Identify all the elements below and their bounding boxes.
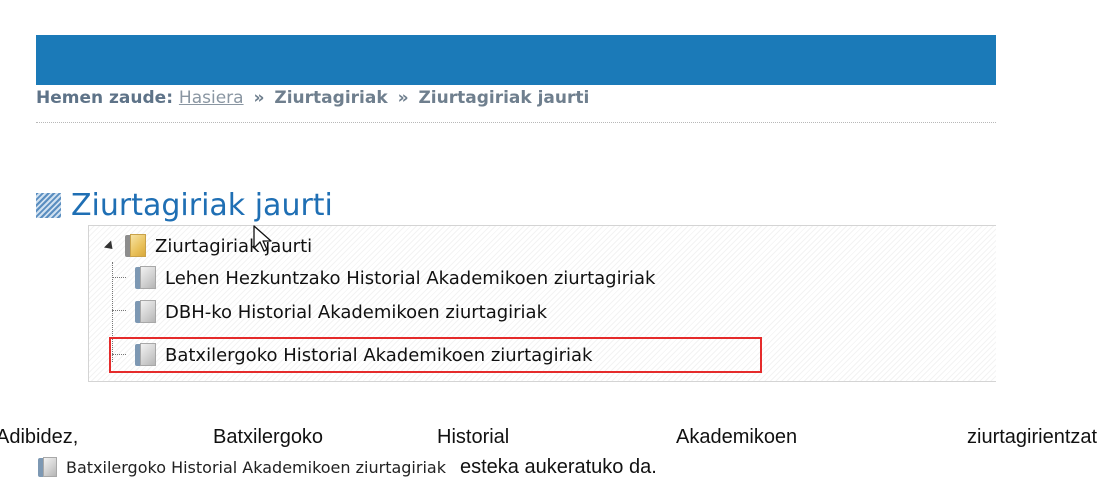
- collapse-arrow-icon[interactable]: [103, 239, 117, 253]
- breadcrumb-separator: »: [253, 88, 265, 108]
- breadcrumb: Hemen zaude: Hasiera » Ziurtagiriak » Zi…: [36, 88, 996, 123]
- inline-batxilergo-link[interactable]: Batxilergoko Historial Akademikoen ziurt…: [38, 456, 446, 478]
- caption-word: Batxilergoko: [213, 426, 324, 448]
- page-title-row: Ziurtagiriak jaurti: [36, 183, 333, 227]
- tree-node-label[interactable]: Lehen Hezkuntzako Historial Akademikoen …: [165, 268, 655, 289]
- tree-connector: [112, 310, 126, 311]
- caption-word: Historial: [437, 426, 510, 448]
- tree-node-label[interactable]: DBH-ko Historial Akademikoen ziurtagiria…: [165, 302, 547, 323]
- highlight-box: [109, 337, 762, 373]
- tree-node-label[interactable]: Ziurtagiriak jaurti: [155, 236, 312, 257]
- breadcrumb-level-1: Ziurtagiriak: [274, 88, 388, 108]
- breadcrumb-separator: »: [397, 88, 409, 108]
- book-icon: [135, 300, 157, 324]
- caption-word: Akademikoen: [676, 426, 798, 448]
- caption-word: Adibidez,: [0, 426, 79, 448]
- breadcrumb-label: Hemen zaude:: [36, 88, 173, 108]
- caption-word: ziurtagirientzat: [967, 426, 1098, 448]
- mouse-cursor-icon: [253, 225, 272, 252]
- caption-tail: esteka aukeratuko da.: [459, 455, 657, 478]
- hatched-square-icon: [36, 192, 61, 218]
- tree-connector: [112, 277, 126, 278]
- tree-node-dbh[interactable]: DBH-ko Historial Akademikoen ziurtagiria…: [135, 296, 547, 328]
- page-title: Ziurtagiriak jaurti: [71, 187, 333, 223]
- breadcrumb-home-link[interactable]: Hasiera: [179, 88, 244, 108]
- inline-link-label[interactable]: Batxilergoko Historial Akademikoen ziurt…: [66, 458, 446, 477]
- book-icon: [135, 266, 157, 290]
- caption-line-2: Batxilergoko Historial Akademikoen ziurt…: [38, 451, 657, 483]
- header-bar: [36, 35, 996, 85]
- breadcrumb-current: Ziurtagiriak jaurti: [418, 88, 590, 108]
- tree-node-primary-education[interactable]: Lehen Hezkuntzako Historial Akademikoen …: [135, 262, 655, 294]
- screenshot-frame: Hemen zaude: Hasiera » Ziurtagiriak » Zi…: [0, 0, 996, 385]
- folder-icon: [125, 234, 147, 258]
- tree-node-root[interactable]: Ziurtagiriak jaurti: [89, 230, 312, 262]
- certificate-tree: Ziurtagiriak jaurti Lehen Hezkuntzako Hi…: [88, 225, 996, 382]
- book-icon: [38, 456, 58, 478]
